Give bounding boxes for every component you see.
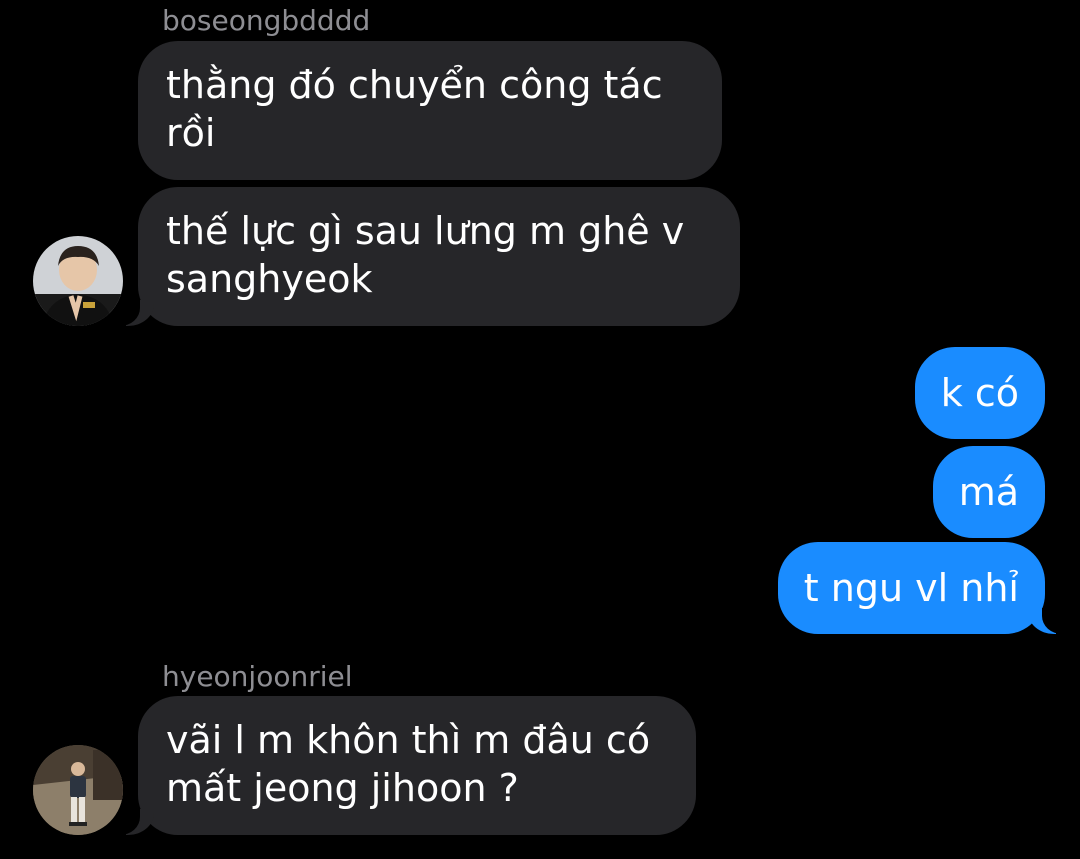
user-avatar-photo[interactable] bbox=[33, 745, 123, 835]
bubble-tail bbox=[112, 300, 154, 326]
message-bubble-incoming[interactable]: thế lực gì sau lưng m ghê v sanghyeok bbox=[138, 187, 740, 326]
sender-name: hyeonjoonriel bbox=[162, 660, 353, 693]
avatar-image bbox=[33, 745, 123, 835]
message-bubble-outgoing[interactable]: k có bbox=[914, 347, 1045, 439]
message-bubble-outgoing[interactable]: t ngu vl nhỉ bbox=[777, 542, 1045, 634]
message-text-line: rồi bbox=[166, 111, 216, 155]
message-text-line: t ngu vl nhỉ bbox=[803, 566, 1019, 610]
message-text-line: vãi l m khôn thì m đâu có bbox=[166, 718, 651, 762]
message-bubble-outgoing[interactable]: má bbox=[932, 446, 1045, 538]
bubble-tail bbox=[1028, 608, 1070, 634]
message-text-line: thằng đó chuyển công tác bbox=[166, 63, 663, 107]
message-bubble-incoming[interactable]: vãi l m khôn thì m đâu có mất jeong jiho… bbox=[138, 696, 696, 835]
message-text-line: thế lực gì sau lưng m ghê v bbox=[166, 209, 685, 253]
user-avatar-photo[interactable] bbox=[33, 236, 123, 326]
message-bubble-incoming[interactable]: thằng đó chuyển công tác rồi bbox=[138, 41, 722, 180]
bubble-tail bbox=[112, 809, 154, 835]
message-text-line: sanghyeok bbox=[166, 257, 373, 301]
message-text-line: mất jeong jihoon ? bbox=[166, 766, 519, 810]
message-text-line: k có bbox=[940, 371, 1019, 415]
message-text-line: má bbox=[958, 470, 1019, 514]
sender-name: boseongbdddd bbox=[162, 4, 371, 37]
avatar-image bbox=[33, 236, 123, 326]
